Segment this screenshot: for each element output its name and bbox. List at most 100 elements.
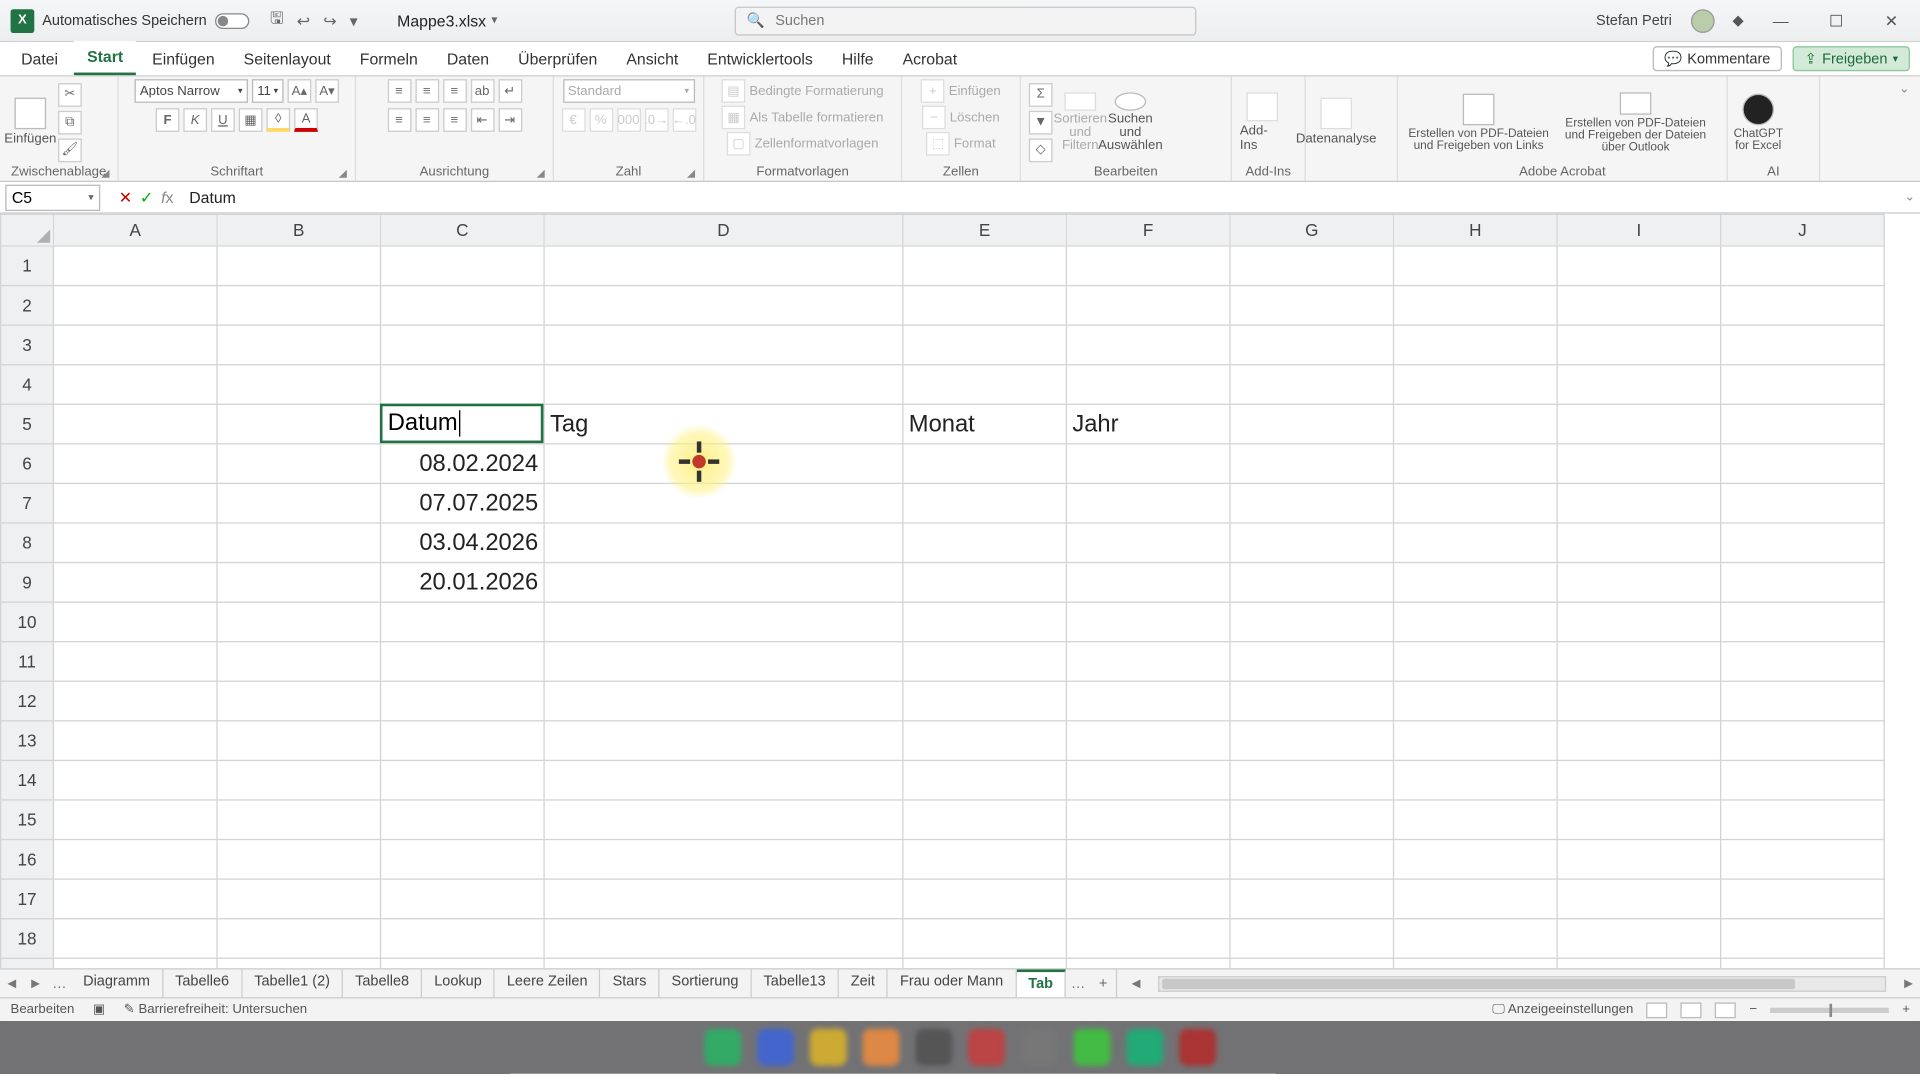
cell-F17[interactable] [1066,879,1230,919]
minimize-button[interactable]: — [1762,11,1799,29]
cell-J11[interactable] [1721,642,1885,682]
name-box[interactable]: C5 ▾ [5,184,100,210]
cell-E1[interactable] [903,246,1067,286]
cell-J7[interactable] [1721,483,1885,523]
col-header-b[interactable]: B [217,214,381,246]
macro-record-icon[interactable]: ▣ [93,1002,105,1017]
cell-F2[interactable] [1066,286,1230,326]
cell-I5[interactable] [1557,404,1721,444]
page-break-view-icon[interactable] [1715,1002,1736,1018]
cell-B3[interactable] [217,325,381,365]
cell-F1[interactable] [1066,246,1230,286]
hscroll-left[interactable]: ◄ [1124,975,1148,991]
cell-F13[interactable] [1066,721,1230,761]
cell-I14[interactable] [1557,760,1721,800]
cell-J17[interactable] [1721,879,1885,919]
cell-A1[interactable] [53,246,217,286]
fill-color-icon[interactable]: ◊ [266,108,290,132]
cell-G14[interactable] [1230,760,1394,800]
cell-J2[interactable] [1721,286,1885,326]
cell-H19[interactable] [1394,958,1558,968]
decrease-indent-icon[interactable]: ⇤ [470,108,494,132]
bold-icon[interactable]: F [156,108,180,132]
cell-C12[interactable] [381,681,545,721]
row-header-17[interactable]: 17 [1,879,54,919]
chatgpt-button[interactable]: ChatGPT for Excel [1736,92,1781,153]
cell-D12[interactable] [544,681,903,721]
taskbar-icon[interactable] [810,1029,847,1066]
sheet-nav-next[interactable]: ► [24,975,48,991]
col-header-g[interactable]: G [1230,214,1394,246]
undo-icon[interactable]: ↩ [297,11,310,29]
horizontal-scrollbar[interactable] [1159,975,1887,991]
sheet-tab[interactable]: Stars [601,969,660,997]
cell-I10[interactable] [1557,602,1721,642]
cell-H18[interactable] [1394,919,1558,959]
cell-B18[interactable] [217,919,381,959]
username[interactable]: Stefan Petri [1596,13,1672,29]
cell-H16[interactable] [1394,840,1558,880]
cell-D10[interactable] [544,602,903,642]
cell-A8[interactable] [53,523,217,563]
tab-formeln[interactable]: Formeln [347,44,431,76]
cell-C4[interactable] [381,365,545,405]
sheet-tab[interactable]: Sortierung [660,969,752,997]
zoom-out-icon[interactable]: − [1749,1002,1757,1017]
cell-I18[interactable] [1557,919,1721,959]
taskbar-icon[interactable] [1126,1029,1163,1066]
cell-J12[interactable] [1721,681,1885,721]
fx-icon[interactable]: fx [161,188,173,206]
cell-B9[interactable] [217,563,381,603]
taskbar-icon[interactable] [1021,1029,1058,1066]
cell-A12[interactable] [53,681,217,721]
cell-E5[interactable]: Monat [903,404,1067,444]
col-header-f[interactable]: F [1066,214,1230,246]
cell-I9[interactable] [1557,563,1721,603]
row-header-8[interactable]: 8 [1,523,54,563]
share-button[interactable]: ⇪Freigeben▾ [1793,46,1910,71]
cell-E8[interactable] [903,523,1067,563]
cell-I12[interactable] [1557,681,1721,721]
cancel-edit-icon[interactable]: ✕ [119,188,132,206]
cell-G7[interactable] [1230,483,1394,523]
row-header-14[interactable]: 14 [1,760,54,800]
cell-F3[interactable] [1066,325,1230,365]
active-edit-cell[interactable]: Datum [380,404,544,444]
row-header-7[interactable]: 7 [1,483,54,523]
col-header-i[interactable]: I [1557,214,1721,246]
sheet-tab[interactable]: Frau oder Mann [888,969,1016,997]
tab-datei[interactable]: Datei [8,44,71,76]
expand-formula-bar-icon[interactable]: ⌄ [1899,190,1920,205]
cell-F9[interactable] [1066,563,1230,603]
cell-I1[interactable] [1557,246,1721,286]
taskbar-icon[interactable] [1179,1029,1216,1066]
cell-J6[interactable] [1721,444,1885,484]
cell-A15[interactable] [53,800,217,840]
row-header-11[interactable]: 11 [1,642,54,682]
cell-E15[interactable] [903,800,1067,840]
cell-G10[interactable] [1230,602,1394,642]
autosum-icon[interactable]: Σ [1029,82,1053,106]
cell-C18[interactable] [381,919,545,959]
cell-G1[interactable] [1230,246,1394,286]
paste-button[interactable]: Einfügen [8,92,53,153]
cell-D18[interactable] [544,919,903,959]
cell-I6[interactable] [1557,444,1721,484]
cell-H17[interactable] [1394,879,1558,919]
sheet-tab[interactable]: Leere Zeilen [495,969,601,997]
cell-J3[interactable] [1721,325,1885,365]
cell-D3[interactable] [544,325,903,365]
cell-B4[interactable] [217,365,381,405]
cell-A2[interactable] [53,286,217,326]
cell-C17[interactable] [381,879,545,919]
cell-C7[interactable]: 07.07.2025 [381,483,545,523]
cell-F6[interactable] [1066,444,1230,484]
tab-entwicklertools[interactable]: Entwicklertools [694,44,826,76]
cell-G12[interactable] [1230,681,1394,721]
cell-B12[interactable] [217,681,381,721]
sheet-tab[interactable]: Zeit [839,969,888,997]
row-header-6[interactable]: 6 [1,444,54,484]
zoom-slider[interactable] [1770,1007,1889,1012]
cell-A17[interactable] [53,879,217,919]
cell-D11[interactable] [544,642,903,682]
